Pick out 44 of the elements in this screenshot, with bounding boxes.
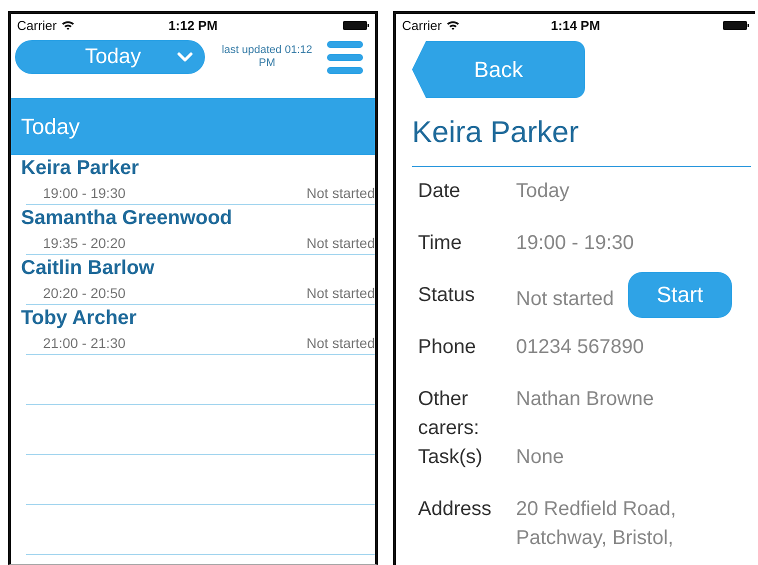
- field-value: 19:00 - 19:30: [516, 231, 635, 256]
- time-range: 19:00 - 19:30: [43, 184, 126, 200]
- wifi-icon: [446, 19, 460, 31]
- appointment-row[interactable]: Caitlin Barlow 20:20 - 20:50 Not started: [11, 255, 375, 305]
- field-label: Phone: [418, 335, 477, 360]
- status-text: Not started: [306, 184, 375, 200]
- chevron-down-icon: [177, 51, 193, 63]
- menu-button[interactable]: [327, 40, 363, 74]
- field-value: Nathan Browne: [516, 387, 655, 412]
- time-range: 19:35 - 20:20: [43, 234, 126, 250]
- client-name: Toby Archer: [21, 306, 138, 331]
- battery-icon: [343, 20, 369, 30]
- status-text: Not started: [306, 234, 375, 250]
- time-range: 21:00 - 21:30: [43, 334, 126, 350]
- section-title: Today: [21, 114, 80, 140]
- battery-icon: [723, 20, 749, 30]
- menu-icon: [327, 40, 363, 74]
- client-name: Keira Parker: [21, 156, 140, 181]
- client-name: Samantha Greenwood: [21, 206, 234, 231]
- field-label: Time: [418, 231, 463, 256]
- field-label: Other carers:: [418, 387, 480, 441]
- client-name: Caitlin Barlow: [21, 256, 156, 281]
- field-label: Status: [418, 283, 476, 308]
- time-range: 20:20 - 20:50: [43, 284, 126, 300]
- appointment-row[interactable]: Samantha Greenwood 19:35 - 20:20 Not started: [11, 205, 375, 255]
- carrier-label: Carrier: [402, 18, 442, 32]
- appointment-row[interactable]: Keira Parker 19:00 - 19:30 Not started: [11, 155, 375, 205]
- status-text: Not started: [306, 334, 375, 350]
- last-updated-text: last updated 01:12 PM: [220, 44, 314, 70]
- clock-time: 1:14 PM: [550, 18, 600, 32]
- client-name-title: Keira Parker: [412, 114, 751, 167]
- field-value: Not started: [516, 287, 614, 312]
- field-value: 20 Redfield Road, Patchway, Bristol,: [516, 497, 678, 551]
- field-value: 01234 567890: [516, 335, 645, 360]
- status-text: Not started: [306, 284, 375, 300]
- field-value: None: [516, 445, 565, 470]
- clock-time: 1:12 PM: [168, 18, 218, 32]
- field-label: Address: [418, 497, 492, 522]
- field-label: Date: [418, 179, 462, 204]
- wifi-icon: [60, 19, 75, 31]
- field-value: Today: [516, 179, 570, 204]
- appointment-row[interactable]: Toby Archer 21:00 - 21:30 Not started: [11, 305, 375, 355]
- carrier-label: Carrier: [17, 18, 57, 32]
- field-label: Task(s): [418, 445, 484, 470]
